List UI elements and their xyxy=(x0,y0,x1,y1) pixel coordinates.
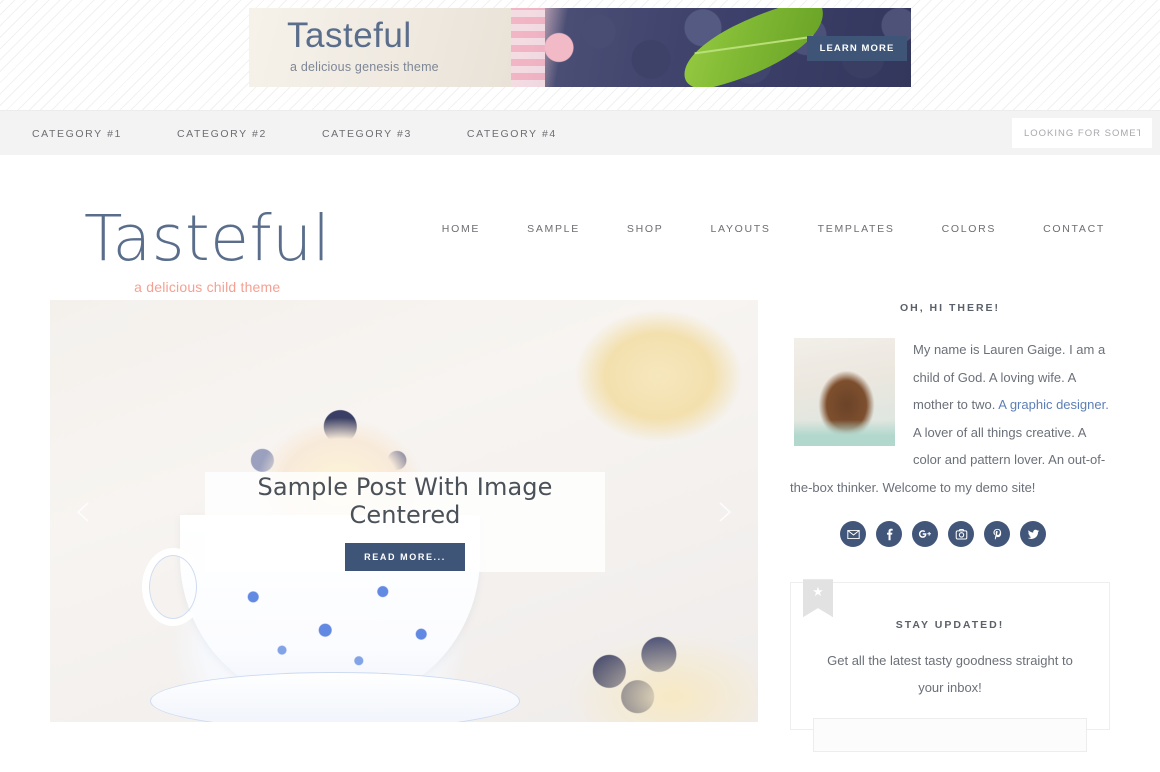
nav-item-templates[interactable]: TEMPLATES xyxy=(818,223,895,235)
nav-item-shop[interactable]: SHOP xyxy=(627,223,664,235)
twitter-icon[interactable] xyxy=(1020,521,1046,548)
main-navigation: HOME SAMPLE SHOP LAYOUTS TEMPLATES COLOR… xyxy=(442,223,1105,235)
category-nav-item-3[interactable]: CATEGORY #3 xyxy=(322,128,412,140)
site-branding: Tasteful a delicious child theme xyxy=(84,207,331,295)
site-title[interactable]: Tasteful xyxy=(84,207,331,270)
category-nav-item-4[interactable]: CATEGORY #4 xyxy=(467,128,557,140)
site-header: Tasteful a delicious child theme HOME SA… xyxy=(0,155,1160,300)
newsletter-email-input[interactable] xyxy=(813,717,1087,752)
nav-item-contact[interactable]: CONTACT xyxy=(1043,223,1105,235)
top-banner-strip: Tasteful a delicious genesis theme LEARN… xyxy=(0,0,1160,110)
learn-more-button[interactable]: LEARN MORE xyxy=(807,36,907,61)
optin-description: Get all the latest tasty goodness straig… xyxy=(827,653,1073,695)
google-plus-icon[interactable] xyxy=(912,521,938,548)
nav-item-sample[interactable]: SAMPLE xyxy=(527,223,580,235)
chevron-left-icon[interactable] xyxy=(70,498,98,526)
featured-post-slider[interactable]: Sample Post With Image Centered READ MOR… xyxy=(50,300,758,722)
star-icon: ★ xyxy=(803,579,833,618)
slide-title[interactable]: Sample Post With Image Centered xyxy=(205,473,605,529)
about-widget: OH, HI THERE! My name is Lauren Gaige. I… xyxy=(790,302,1110,501)
read-more-button[interactable]: READ MORE... xyxy=(345,543,465,571)
graphic-designer-link[interactable]: A graphic designer. xyxy=(998,397,1109,412)
banner-title: Tasteful xyxy=(287,16,412,55)
nav-item-colors[interactable]: COLORS xyxy=(942,223,997,235)
chevron-right-icon[interactable] xyxy=(710,498,738,526)
nav-item-home[interactable]: HOME xyxy=(442,223,480,235)
category-nav-items: CATEGORY #1 CATEGORY #2 CATEGORY #3 CATE… xyxy=(32,111,612,156)
newsletter-optin-widget: ★ STAY UPDATED! Get all the latest tasty… xyxy=(790,579,1110,752)
optin-title: STAY UPDATED! xyxy=(895,619,1005,632)
site-tagline: a delicious child theme xyxy=(134,279,281,295)
slide-caption-box: Sample Post With Image Centered READ MOR… xyxy=(205,472,605,572)
advertisement-banner[interactable]: Tasteful a delicious genesis theme LEARN… xyxy=(249,8,911,87)
category-nav-item-2[interactable]: CATEGORY #2 xyxy=(177,128,267,140)
nav-item-layouts[interactable]: LAYOUTS xyxy=(710,223,770,235)
about-widget-body: My name is Lauren Gaige. I am a child of… xyxy=(790,336,1110,501)
search-input[interactable] xyxy=(1012,118,1152,148)
facebook-icon[interactable] xyxy=(876,521,902,548)
author-avatar xyxy=(794,338,895,446)
social-links xyxy=(790,501,1110,548)
about-widget-title: OH, HI THERE! xyxy=(899,302,1001,314)
saucer-graphic xyxy=(150,672,520,722)
teacup-handle-graphic xyxy=(142,548,204,626)
instagram-icon[interactable] xyxy=(948,521,974,548)
content-area: Sample Post With Image Centered READ MOR… xyxy=(0,300,1160,772)
sidebar: OH, HI THERE! My name is Lauren Gaige. I… xyxy=(790,300,1110,752)
category-nav-item-1[interactable]: CATEGORY #1 xyxy=(32,128,122,140)
banner-subtitle: a delicious genesis theme xyxy=(290,60,439,74)
pinterest-icon[interactable] xyxy=(984,521,1010,548)
email-icon[interactable] xyxy=(840,521,866,548)
category-navigation-bar: CATEGORY #1 CATEGORY #2 CATEGORY #3 CATE… xyxy=(0,110,1160,155)
banner-cloth-stripes xyxy=(511,8,545,87)
star-glyph: ★ xyxy=(812,584,824,600)
